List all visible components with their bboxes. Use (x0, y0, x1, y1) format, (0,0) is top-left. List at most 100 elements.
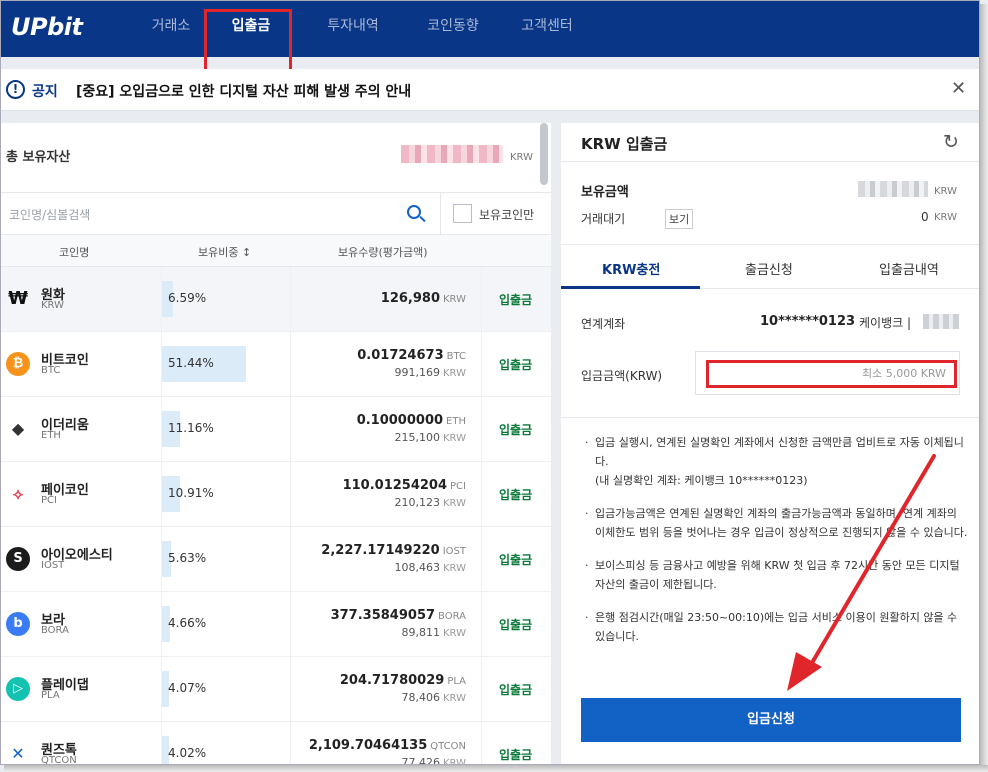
deposit-withdraw-button[interactable]: 입출금 (499, 746, 532, 763)
amount-unit: ETH (446, 416, 466, 427)
deposit-withdraw-button[interactable]: 입출금 (499, 421, 532, 438)
coin-symbol: IOST (41, 560, 65, 571)
krw-panel: KRW 입출금 ↻ 보유금액 KRW 거래대기 보기 0 KRW KRW충전 출… (561, 123, 979, 764)
window-shadow (980, 4, 988, 772)
note-text: 은행 점검시간(매일 23:50~00:10)에는 입금 서비스 이용이 원활하… (595, 611, 958, 643)
bora-icon: b (6, 612, 30, 636)
asset-row[interactable]: ◆ 이더리움 ETH 11.16% 0.10000000 ETH 215,100 KRW 입출금 (1, 397, 551, 462)
nav-support[interactable]: 고객센터 (499, 1, 595, 57)
upbit-logo[interactable]: UPbit (11, 13, 83, 41)
col-ratio[interactable]: 보유비중 ↕ (198, 244, 251, 260)
tab-krw-charge[interactable]: KRW충전 (602, 259, 660, 278)
search-icon[interactable] (407, 205, 421, 219)
coin-symbol: ETH (41, 430, 61, 441)
nav-investments[interactable]: 투자내역 (303, 1, 403, 57)
holding-amount: 0.10000000 ETH (357, 413, 466, 428)
krw-tabs: KRW충전 출금신청 입출금내역 (561, 245, 979, 289)
amount-value: 0.01724673 (357, 348, 444, 363)
krw-valuation: 108,463 KRW (395, 561, 467, 574)
deposit-withdraw-button[interactable]: 입출금 (499, 356, 532, 373)
krw-value: 108,463 (394, 561, 441, 574)
asset-row[interactable]: b 보라 BORA 4.66% 377.35849057 BORA 89,811 KRW 입출금 (1, 592, 551, 657)
deposit-withdraw-button[interactable]: 입출금 (499, 551, 532, 568)
app-window: UPbit 거래소 입출금 투자내역 코인동향 고객센터 ! 공지 [중요] 오… (0, 0, 980, 765)
owned-only-checkbox[interactable] (453, 204, 472, 223)
deposit-amount-field[interactable]: 최소 5,000 KRW (706, 360, 957, 388)
nav-coin-trends[interactable]: 코인동향 (407, 1, 499, 57)
scrollbar[interactable] (540, 123, 548, 185)
notice-bar: ! 공지 [중요] 오입금으로 인한 디지털 자산 피해 발생 주의 안내 ✕ (1, 69, 979, 111)
action-cell: 입출금 (481, 462, 551, 526)
ratio-cell: 5.63% (161, 527, 291, 591)
main-nav: 거래소 입출금 투자내역 코인동향 고객센터 (131, 1, 595, 57)
asset-row[interactable]: ⟡ 페이코인 PCI 10.91% 110.01254204 PCI 210,123 KRW 입… (1, 462, 551, 527)
note-item: 입금가능금액은 연계된 실명확인 계좌의 출금가능금액과 동일하며, 연계 계좌… (579, 504, 969, 542)
krw-value: 215,100 (394, 431, 441, 444)
krw-value: 78,406 (401, 691, 441, 704)
krw-value: 210,123 (394, 496, 441, 509)
pending-view-button[interactable]: 보기 (665, 209, 694, 229)
search-input[interactable]: 코인명/심볼검색 (9, 206, 90, 223)
holding-amount: 204.71780029 PLA (340, 673, 466, 688)
linked-account-bank: 케이뱅크 | (859, 316, 912, 330)
balance-value-blurred (858, 181, 928, 197)
refresh-icon[interactable]: ↻ (943, 131, 959, 153)
nav-exchange[interactable]: 거래소 (131, 1, 211, 57)
col-coin-name[interactable]: 코인명 (59, 244, 89, 260)
amount-unit: PLA (447, 676, 466, 687)
deposit-withdraw-button[interactable]: 입출금 (499, 291, 532, 308)
amount-unit: QTCON (430, 741, 466, 752)
search-row: 코인명/심볼검색 보유코인만 (1, 193, 551, 235)
amount-unit: BORA (438, 611, 466, 622)
krw-valuation: 991,169 KRW (395, 366, 467, 379)
krw-valuation: 89,811 KRW (402, 626, 467, 639)
note-item: 은행 점검시간(매일 23:50~00:10)에는 입금 서비스 이용이 원활하… (579, 608, 969, 646)
assets-panel: 총 보유자산 KRW 코인명/심볼검색 보유코인만 코인명 보유비중 ↕ 보유수… (1, 123, 551, 765)
deposit-withdraw-button[interactable]: 입출금 (499, 681, 532, 698)
deposit-request-button[interactable]: 입금신청 (581, 698, 961, 742)
krw-panel-title: KRW 입출금 (581, 135, 668, 153)
owned-only-label[interactable]: 보유코인만 (479, 206, 534, 223)
ratio-cell: 6.59% (161, 267, 291, 331)
holding-amount: 2,109.70464135 QTCON (309, 738, 466, 753)
deposit-withdraw-button[interactable]: 입출금 (499, 486, 532, 503)
krw-unit: KRW (443, 498, 466, 509)
coin-symbol: QTCON (41, 755, 77, 765)
action-cell: 입출금 (481, 397, 551, 461)
col-amount[interactable]: 보유수량(평가금액) (338, 244, 428, 260)
deposit-notes: 입금 실행시, 연계된 실명확인 계좌에서 신청한 금액만큼 업비트로 자동 이… (579, 433, 969, 660)
asset-row[interactable]: ▷ 플레이댑 PLA 4.07% 204.71780029 PLA 78,406 KRW 입출금 (1, 657, 551, 722)
krw-unit: KRW (443, 758, 466, 765)
krw-value: 89,811 (401, 626, 441, 639)
krw-value: 77,426 (401, 756, 441, 765)
asset-row[interactable]: ✕ 퀀즈톡 QTCON 4.02% 2,109.70464135 QTCON 77,426 K… (1, 722, 551, 765)
krw-valuation: 77,426 KRW (401, 756, 467, 765)
asset-row[interactable]: S 아이오에스티 IOST 5.63% 2,227.17149220 IOST 108,46… (1, 527, 551, 592)
notice-text[interactable]: [중요] 오입금으로 인한 디지털 자산 피해 발생 주의 안내 (76, 81, 411, 101)
krw-value: 991,169 (394, 366, 441, 379)
ratio-value: 10.91% (168, 486, 214, 500)
deposit-withdraw-button[interactable]: 입출금 (499, 616, 532, 633)
amount-unit: IOST (442, 546, 466, 557)
ratio-value: 4.07% (168, 681, 207, 695)
ratio-value: 4.66% (168, 616, 207, 630)
asset-row[interactable]: ₿ 비트코인 BTC 51.44% 0.01724673 BTC 991,169 KRW 입출금 (1, 332, 551, 397)
holding-amount: 377.35849057 BORA (331, 608, 466, 623)
nav-deposit-withdraw[interactable]: 입출금 (211, 1, 291, 57)
window-shadow (4, 765, 988, 772)
balance-unit: KRW (934, 186, 957, 197)
tab-history[interactable]: 입출금내역 (879, 259, 939, 278)
ratio-value: 5.63% (168, 551, 207, 565)
iost-icon: S (6, 547, 30, 571)
close-icon[interactable]: ✕ (951, 78, 966, 99)
tab-withdraw-request[interactable]: 출금신청 (745, 259, 793, 278)
note-item: 입금 실행시, 연계된 실명확인 계좌에서 신청한 금액만큼 업비트로 자동 이… (579, 433, 969, 490)
amount-value: 2,227.17149220 (321, 543, 440, 558)
asset-row[interactable]: ₩ 원화 KRW 6.59% 126,980 KRW 입출금 (1, 267, 551, 332)
amount-value: 204.71780029 (339, 673, 445, 688)
action-cell: 입출금 (481, 657, 551, 721)
ratio-value: 11.16% (168, 421, 214, 435)
linked-account-number: 10******0123 (760, 314, 856, 329)
active-tab-indicator (561, 286, 700, 289)
total-assets-value-blurred (401, 145, 503, 163)
